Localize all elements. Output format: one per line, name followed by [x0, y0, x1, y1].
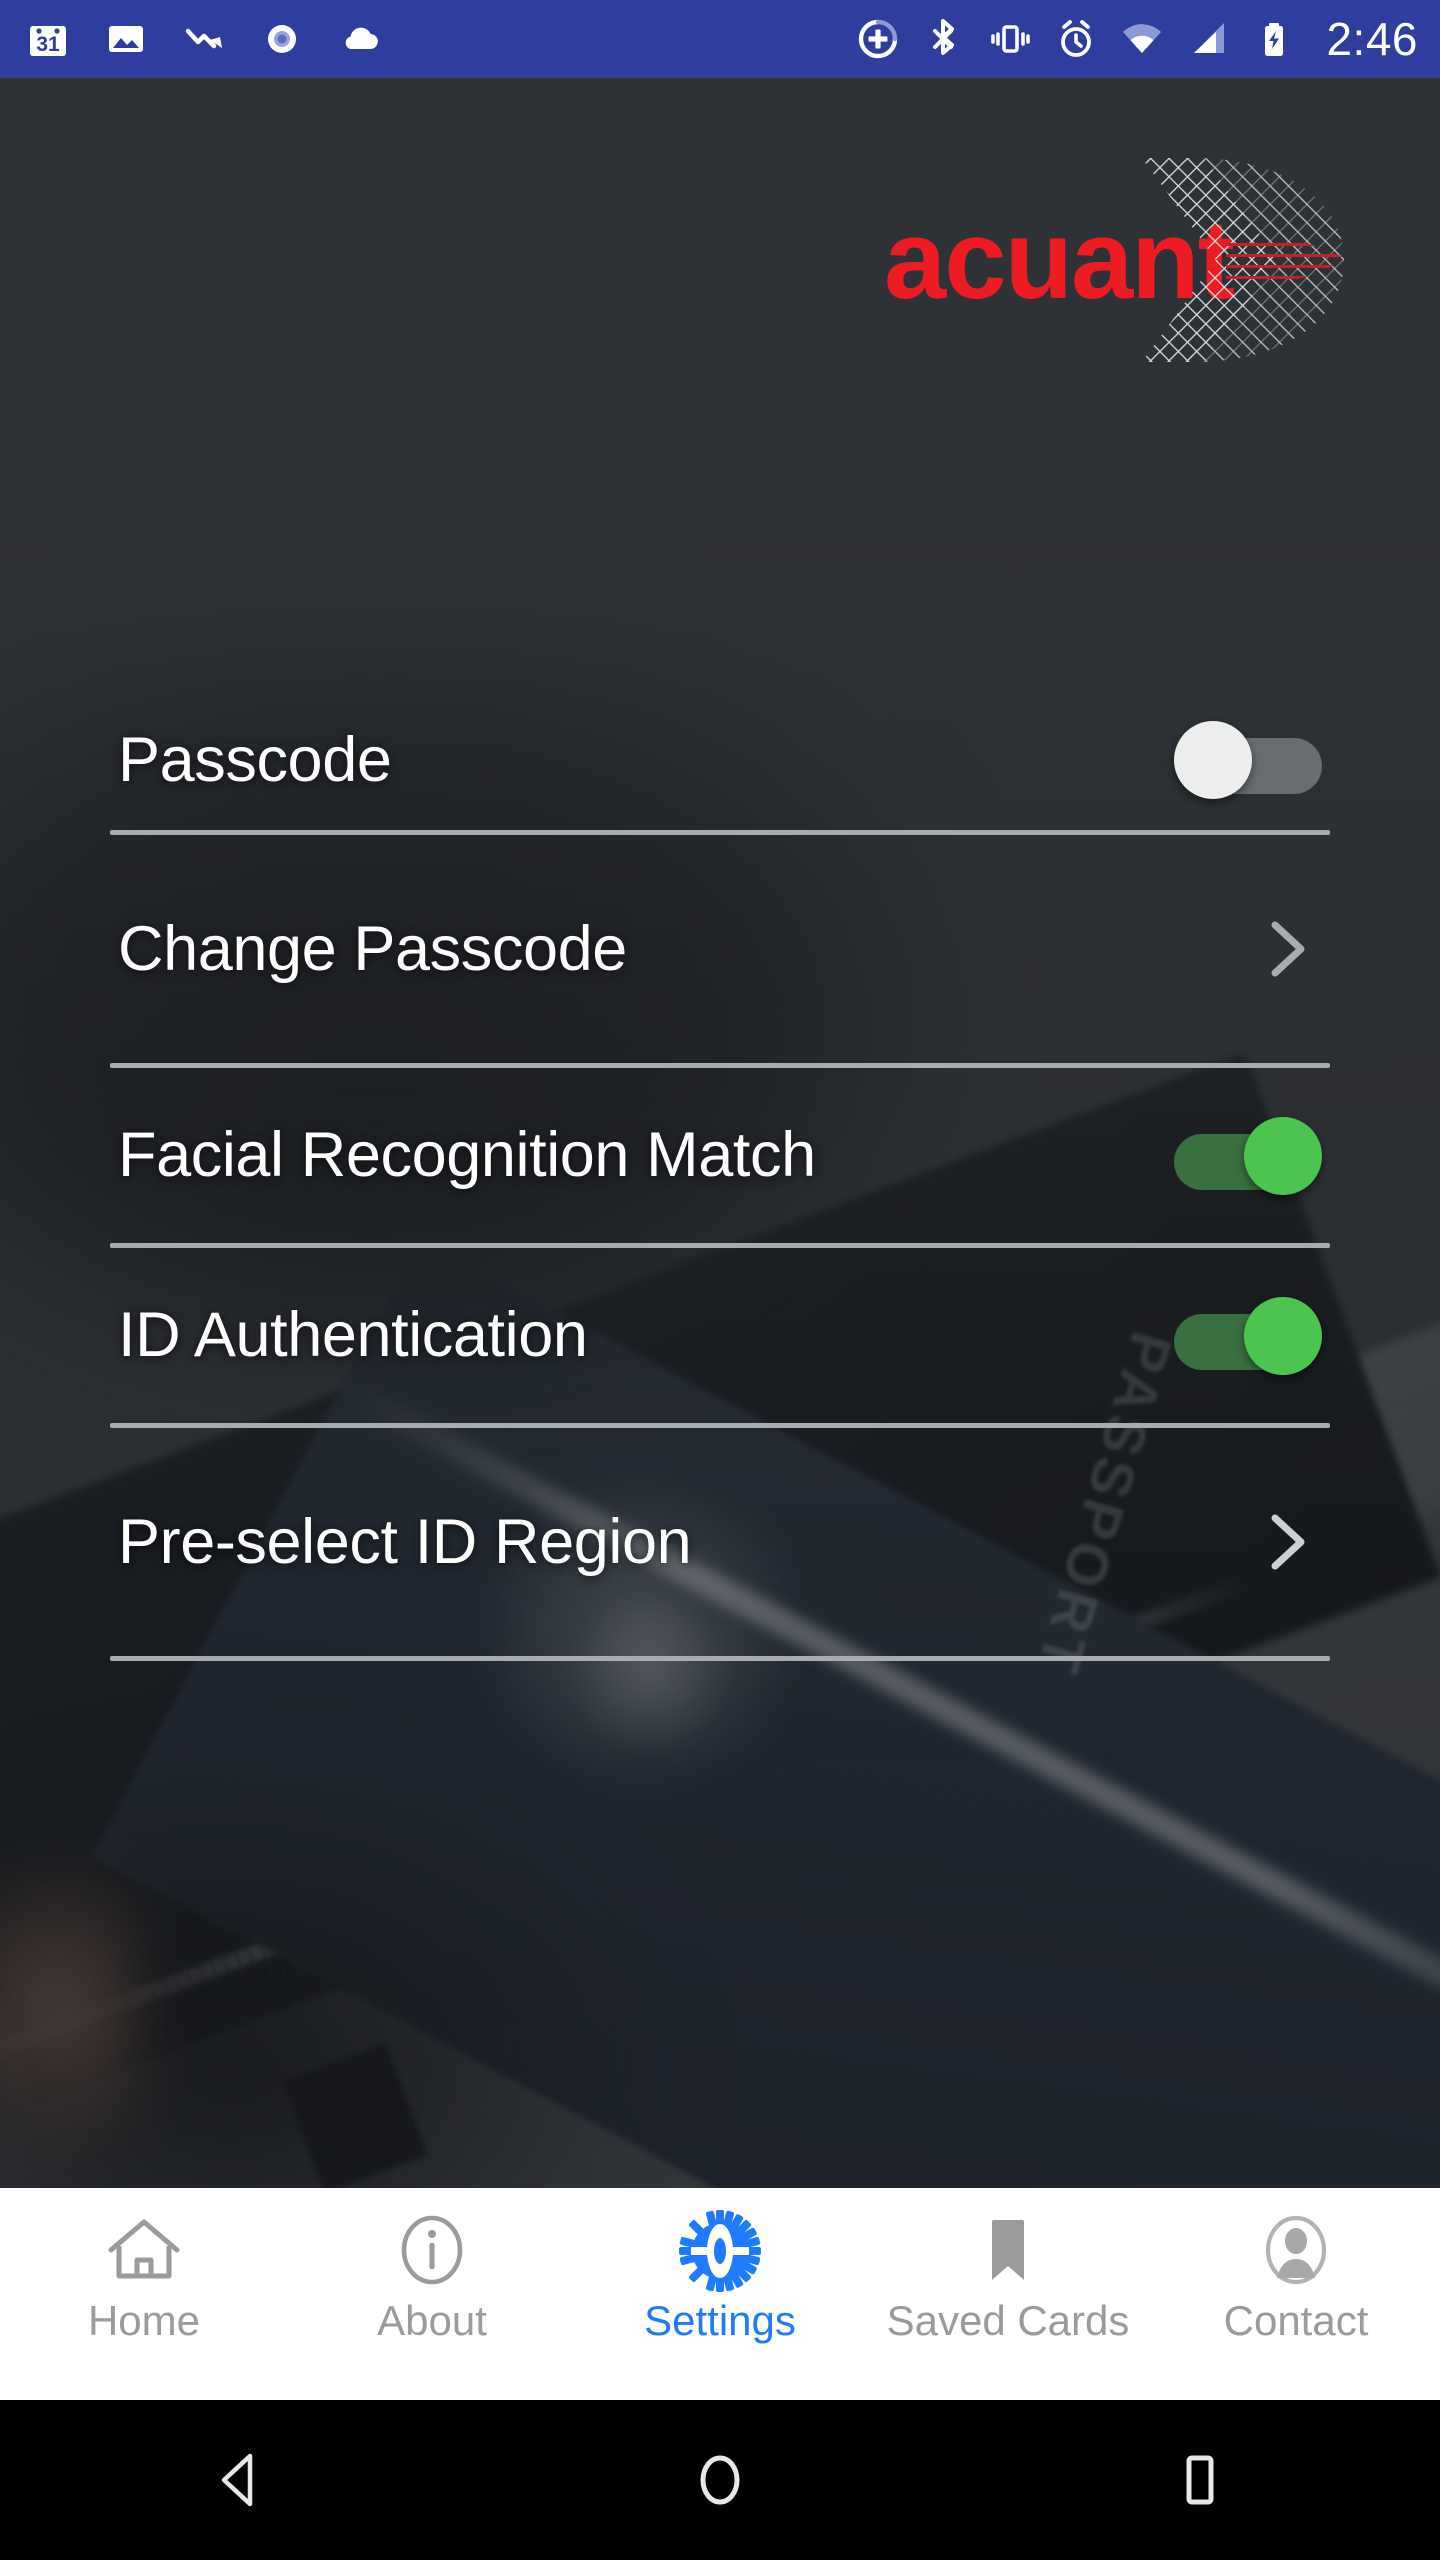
setting-row-passcode[interactable]: Passcode [0, 690, 1440, 830]
back-button[interactable] [0, 2400, 480, 2560]
setting-row-facial-recognition-match[interactable]: Facial Recognition Match [0, 1068, 1440, 1243]
setting-row-pre-select-id-region[interactable]: Pre-select ID Region [0, 1428, 1440, 1656]
setting-label-facial-recognition-match: Facial Recognition Match [118, 1120, 816, 1190]
phone-screen: PASSPORT 31 [0, 0, 1440, 2560]
id-authentication-toggle[interactable] [1174, 1296, 1322, 1375]
bluetooth-icon [922, 17, 966, 61]
recents-button[interactable] [960, 2400, 1440, 2560]
setting-label-passcode: Passcode [118, 724, 392, 795]
tab-label-saved-cards: Saved Cards [886, 2297, 1130, 2344]
square-icon [1186, 2455, 1214, 2505]
tab-label-about: About [377, 2297, 487, 2344]
divider [110, 1656, 1330, 1661]
status-clock: 2:46 [1326, 13, 1418, 65]
setting-row-id-authentication[interactable]: ID Authentication [0, 1248, 1440, 1423]
settings-list: Passcode Change Passcode Facial Recognit… [0, 690, 1440, 1661]
record-circle-icon [260, 17, 304, 61]
tab-home[interactable]: Home [0, 2188, 288, 2400]
circle-icon [700, 2455, 740, 2505]
chevron-right-icon[interactable] [1250, 913, 1322, 985]
android-nav-bar [0, 2400, 1440, 2560]
tab-label-contact: Contact [1223, 2297, 1369, 2344]
setting-row-change-passcode[interactable]: Change Passcode [0, 835, 1440, 1063]
tab-about[interactable]: About [288, 2188, 576, 2400]
bottom-tab-bar: Home About Settings Saved Cards Contact [0, 2188, 1440, 2400]
svg-text:31: 31 [36, 33, 60, 56]
acuant-logo: acuant [874, 140, 1344, 380]
svg-text:acuant: acuant [884, 197, 1234, 322]
cloud-icon [338, 17, 382, 61]
passcode-toggle[interactable] [1174, 721, 1322, 799]
home-button[interactable] [480, 2400, 960, 2560]
photo-icon [104, 17, 148, 61]
tab-saved-cards[interactable]: Saved Cards [864, 2188, 1152, 2400]
tab-contact[interactable]: Contact [1152, 2188, 1440, 2400]
do-not-disturb-icon [856, 17, 900, 61]
home-icon [101, 2208, 187, 2294]
tab-settings[interactable]: Settings [576, 2188, 864, 2400]
setting-label-pre-select-id-region: Pre-select ID Region [118, 1506, 692, 1577]
tab-label-home: Home [87, 2297, 201, 2344]
facial-recognition-match-toggle[interactable] [1174, 1116, 1322, 1195]
wifi-icon [1120, 17, 1164, 61]
chevron-right-icon[interactable] [1250, 1506, 1322, 1578]
bookmark-icon [965, 2208, 1051, 2294]
setting-label-id-authentication: ID Authentication [118, 1300, 588, 1370]
status-bar: 31 2:46 [0, 0, 1440, 78]
vibrate-icon [988, 17, 1032, 61]
calendar-icon: 31 [26, 17, 70, 61]
trend-down-icon [182, 17, 226, 61]
cell-signal-icon [1186, 17, 1230, 61]
battery-charging-icon [1252, 17, 1296, 61]
setting-label-change-passcode: Change Passcode [118, 913, 627, 984]
alarm-icon [1054, 17, 1098, 61]
person-oval-icon [1253, 2208, 1339, 2294]
gear-icon [677, 2208, 763, 2294]
info-circle-icon [389, 2208, 475, 2294]
tab-label-settings: Settings [644, 2297, 796, 2344]
triangle-left-icon [221, 2453, 253, 2507]
